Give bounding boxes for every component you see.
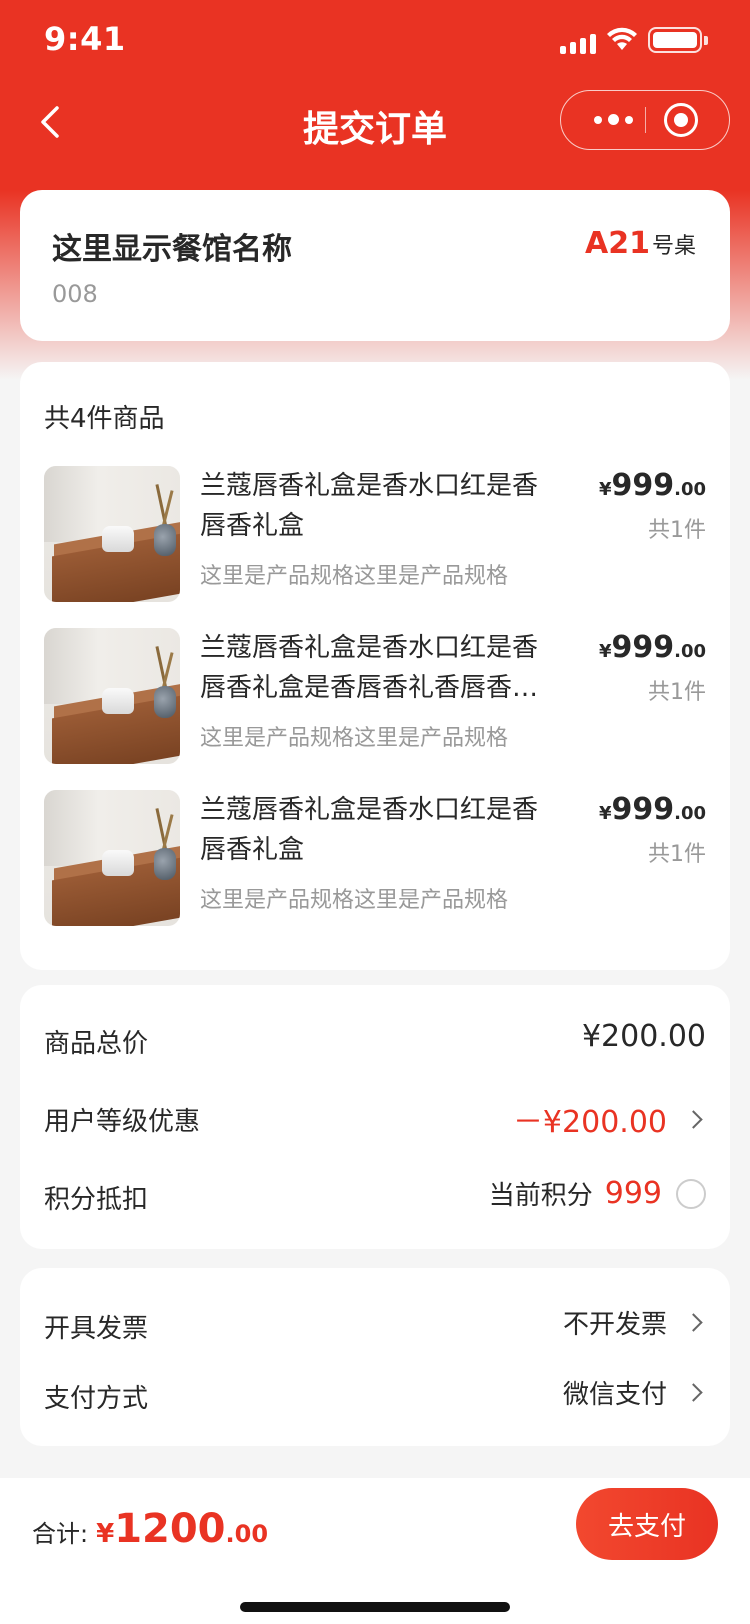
product-name: 兰蔻唇香礼盒是香水口红是香唇香礼盒是香唇香礼香唇香礼盒 xyxy=(200,633,539,703)
order-total-decimal: .00 xyxy=(225,1520,269,1548)
product-name: 兰蔻唇香礼盒是香水口红是香唇香礼盒 xyxy=(200,471,539,541)
product-image xyxy=(44,466,180,602)
goods-total-value: ¥200.00 xyxy=(581,1019,706,1054)
payment-method-row[interactable]: 支付方式 微信支付 xyxy=(44,1372,706,1416)
status-bar: 9:41 xyxy=(0,0,750,80)
member-discount-amount: －¥200.00 xyxy=(512,1105,667,1140)
product-quantity: 共1件 xyxy=(648,518,706,543)
order-total-label: 合计: xyxy=(32,1520,89,1548)
payment-method-label: 支付方式 xyxy=(44,1384,149,1414)
chevron-right-icon xyxy=(684,1383,703,1402)
wifi-icon xyxy=(607,27,637,50)
product-quantity: 共1件 xyxy=(648,842,706,867)
close-target-icon[interactable] xyxy=(664,103,698,137)
goods-total-row: 商品总价 ¥200.00 xyxy=(44,1017,706,1061)
list-item[interactable]: 兰蔻唇香礼盒是香水口红是香唇香礼盒 这里是产品规格这里是产品规格 ¥999.00… xyxy=(44,466,706,602)
restaurant-card: 这里显示餐馆名称 008 A21号桌 xyxy=(20,190,730,341)
home-indicator xyxy=(240,1602,510,1612)
current-points-label: 当前积分 xyxy=(488,1181,593,1211)
pay-button[interactable]: 去支付 xyxy=(576,1488,718,1560)
radio-unchecked-icon[interactable] xyxy=(676,1178,706,1209)
invoice-row[interactable]: 开具发票 不开发票 xyxy=(44,1302,706,1346)
member-discount-label: 用户等级优惠 xyxy=(44,1107,201,1137)
goods-card: 共4件商品 兰蔻唇香礼盒是香水口红是香唇香礼盒 这里是产品规格这里是产品规格 ¥… xyxy=(20,362,730,970)
order-total-currency: ¥ xyxy=(96,1519,115,1549)
price-currency: ¥ xyxy=(598,803,612,824)
product-spec: 这里是产品规格这里是产品规格 xyxy=(200,888,509,913)
invoice-value: 不开发票 xyxy=(562,1310,667,1340)
table-number: A21号桌 xyxy=(585,226,696,261)
goods-total-label: 商品总价 xyxy=(44,1029,149,1059)
order-total: 合计: ¥ 1200 .00 xyxy=(32,1506,268,1552)
list-item[interactable]: 兰蔻唇香礼盒是香水口红是香唇香礼盒 这里是产品规格这里是产品规格 ¥999.00… xyxy=(44,790,706,926)
checkout-bar: 合计: ¥ 1200 .00 去支付 xyxy=(0,1478,750,1624)
product-spec: 这里是产品规格这里是产品规格 xyxy=(200,726,509,751)
member-discount-value: －¥200.00 xyxy=(513,1097,706,1141)
product-spec: 这里是产品规格这里是产品规格 xyxy=(200,564,509,589)
payment-method-value-group: 微信支付 xyxy=(563,1374,706,1411)
order-total-integer: 1200 xyxy=(114,1506,226,1552)
invoice-value-group: 不开发票 xyxy=(563,1304,706,1341)
price-summary-card: 商品总价 ¥200.00 用户等级优惠 －¥200.00 积分抵扣 当前积分 9… xyxy=(20,985,730,1249)
points-row: 积分抵扣 当前积分 999 xyxy=(44,1173,706,1217)
points-value-group: 当前积分 999 xyxy=(489,1175,706,1212)
price-decimal: .00 xyxy=(674,803,706,824)
member-discount-row[interactable]: 用户等级优惠 －¥200.00 xyxy=(44,1095,706,1141)
price-currency: ¥ xyxy=(598,479,612,500)
nav-bar: 提交订单 xyxy=(0,82,750,162)
signal-icon xyxy=(560,34,600,54)
status-time: 9:41 xyxy=(44,20,126,58)
price-integer: 999 xyxy=(611,468,675,503)
product-price: ¥999.00 xyxy=(599,630,706,665)
more-dots-icon[interactable] xyxy=(585,91,641,148)
points-label: 积分抵扣 xyxy=(44,1185,149,1215)
price-integer: 999 xyxy=(611,792,675,827)
price-integer: 999 xyxy=(611,630,675,665)
battery-icon xyxy=(648,27,708,53)
restaurant-name: 这里显示餐馆名称 xyxy=(52,232,292,267)
price-decimal: .00 xyxy=(674,479,706,500)
product-quantity: 共1件 xyxy=(648,680,706,705)
product-price: ¥999.00 xyxy=(599,468,706,503)
restaurant-id: 008 xyxy=(52,280,98,308)
capsule-divider xyxy=(645,107,646,133)
product-image xyxy=(44,628,180,764)
goods-count: 共4件商品 xyxy=(44,404,165,434)
product-image xyxy=(44,790,180,926)
current-points-value: 999 xyxy=(604,1176,662,1211)
table-number-value: A21 xyxy=(585,226,650,261)
payment-method-value: 微信支付 xyxy=(562,1380,667,1410)
table-number-suffix: 号桌 xyxy=(651,234,696,259)
invoice-label: 开具发票 xyxy=(44,1314,149,1344)
chevron-right-icon xyxy=(684,1313,703,1332)
mini-program-capsule xyxy=(560,90,730,150)
invoice-payment-card: 开具发票 不开发票 支付方式 微信支付 xyxy=(20,1268,730,1446)
product-price: ¥999.00 xyxy=(599,792,706,827)
product-name: 兰蔻唇香礼盒是香水口红是香唇香礼盒 xyxy=(200,795,539,865)
price-currency: ¥ xyxy=(598,641,612,662)
chevron-right-icon xyxy=(684,1109,703,1129)
list-item[interactable]: 兰蔻唇香礼盒是香水口红是香唇香礼盒是香唇香礼香唇香礼盒 这里是产品规格这里是产品… xyxy=(44,628,706,764)
price-decimal: .00 xyxy=(674,641,706,662)
